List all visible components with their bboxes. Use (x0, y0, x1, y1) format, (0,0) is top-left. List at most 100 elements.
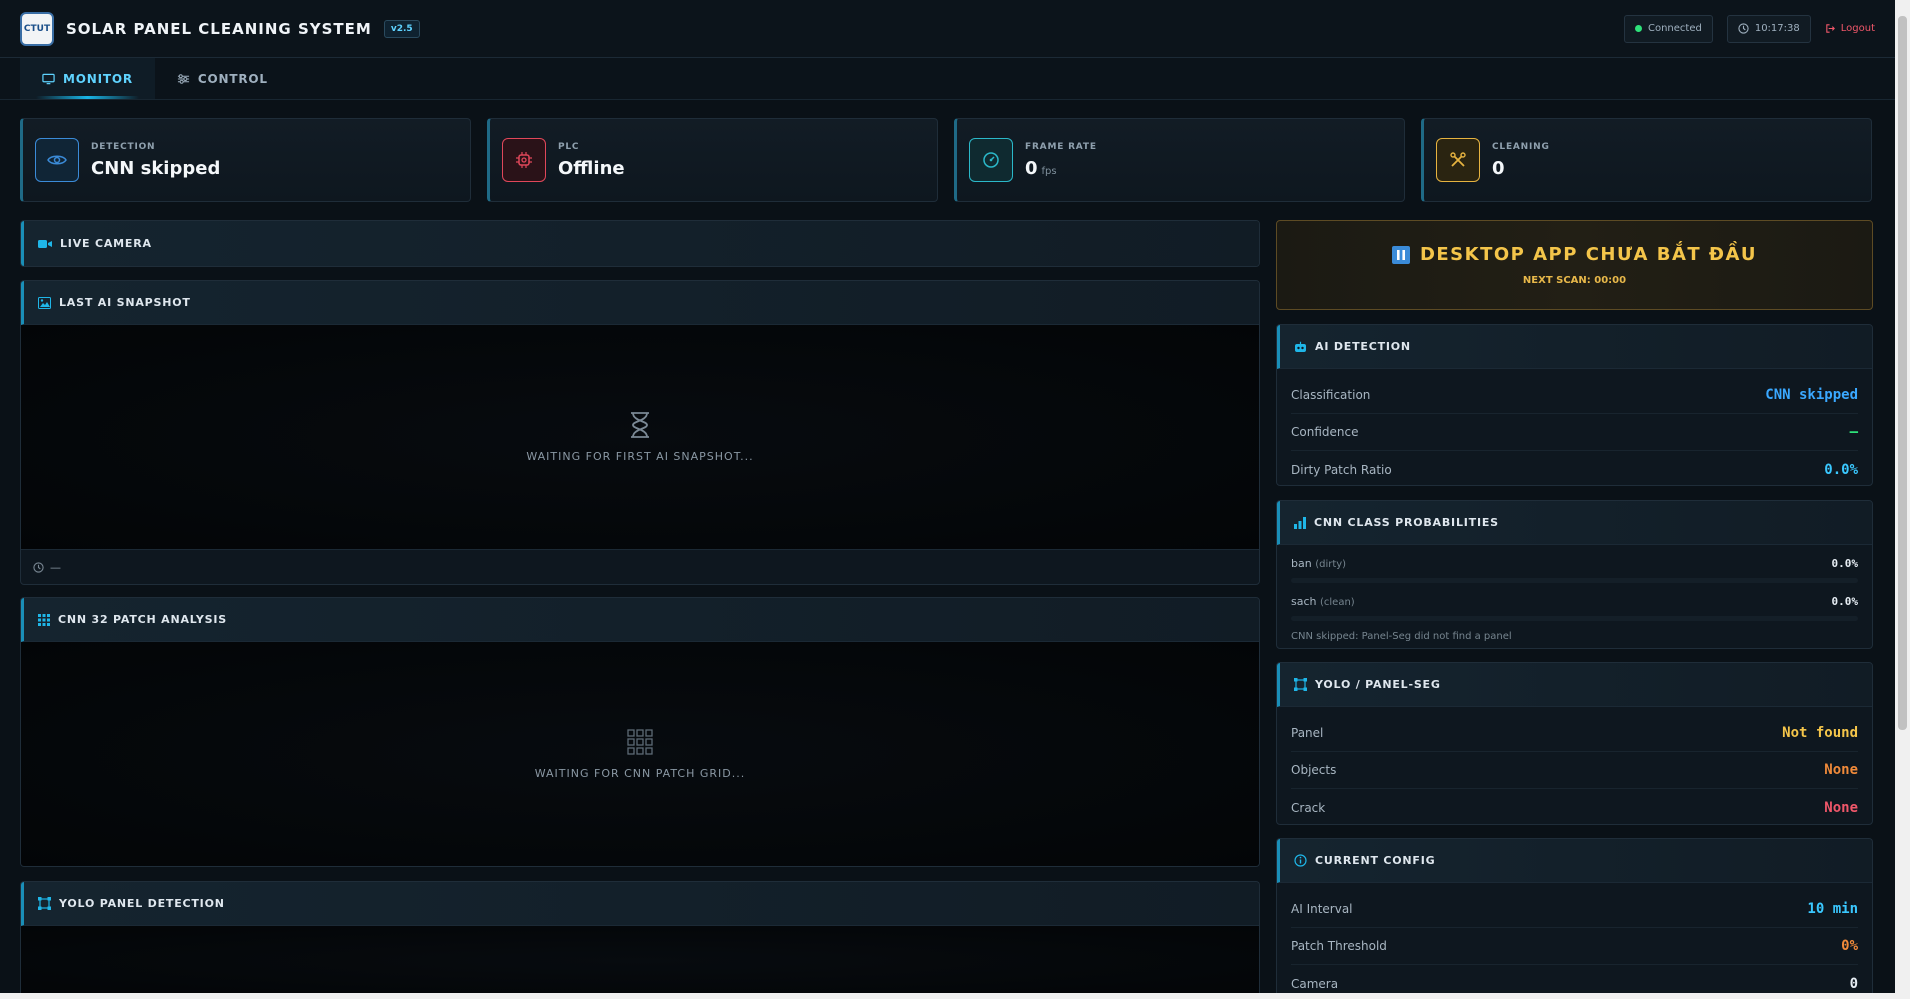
row-label: Panel (1291, 726, 1324, 740)
clock-time: 10:17:38 (1754, 23, 1800, 34)
panel-title: AI DETECTION (1315, 340, 1411, 353)
clock-icon (33, 561, 44, 573)
frame-rate-unit: fps (1041, 165, 1057, 177)
dirty-ratio-value: 0.0% (1824, 461, 1858, 478)
cnn-note: CNN skipped: Panel-Seg did not find a pa… (1291, 631, 1512, 642)
tab-label: CONTROL (197, 71, 268, 86)
patch-analysis-panel: CNN 32 PATCH ANALYSIS WAITING FOR CNN PA… (20, 597, 1260, 867)
connection-status: Connected (1623, 14, 1713, 43)
snapshot-panel: LAST AI SNAPSHOT WAITING FOR FIRST AI SN… (20, 280, 1260, 585)
panel-title: YOLO PANEL DETECTION (59, 897, 225, 910)
clock-display: 10:17:38 (1726, 14, 1811, 43)
bar-chart-icon (1294, 516, 1306, 529)
ai-interval-row: AI Interval 10 min (1291, 891, 1858, 928)
dirty-ratio-row: Dirty Patch Ratio 0.0% (1291, 451, 1858, 485)
grid-placeholder-icon (627, 728, 653, 755)
stat-label: PLC (558, 141, 580, 152)
live-camera-panel: LIVE CAMERA (20, 220, 1260, 267)
status-title: DESKTOP APP CHƯA BẮT ĐẦU (1419, 244, 1758, 265)
app-logo: CTUT (20, 11, 54, 46)
camera-icon (38, 239, 52, 248)
snapshot-waiting-text: WAITING FOR FIRST AI SNAPSHOT... (526, 449, 754, 463)
ai-detection-panel: AI DETECTION Classification CNN skipped C… (1276, 324, 1873, 486)
crack-row: Crack None (1291, 789, 1858, 824)
patch-threshold-value: 0% (1841, 938, 1858, 954)
panel-row: Panel Not found (1291, 715, 1858, 752)
stat-card-cleaning: CLEANING 0 (1421, 118, 1872, 202)
vertical-scrollbar[interactable] (1895, 0, 1910, 999)
panel-title: CNN 32 PATCH ANALYSIS (58, 613, 228, 626)
app-title: SOLAR PANEL CLEANING SYSTEM (66, 19, 372, 38)
tab-label: MONITOR (63, 71, 133, 86)
row-label: Classification (1291, 388, 1371, 402)
scrollbar-thumb[interactable] (1898, 16, 1907, 730)
classification-row: Classification CNN skipped (1291, 377, 1858, 414)
row-label: AI Interval (1291, 902, 1353, 916)
camera-value: 0 (1849, 975, 1858, 992)
camera-row: Camera 0 (1291, 965, 1858, 993)
row-label: Patch Threshold (1291, 939, 1387, 953)
prob-value: 0.0% (1831, 557, 1859, 570)
yolo-detection-panel: YOLO PANEL DETECTION (20, 881, 1260, 993)
bounding-box-icon (38, 897, 51, 910)
classification-value: CNN skipped (1765, 387, 1858, 403)
frame-rate-value: 0 (1025, 157, 1038, 179)
status-dot-icon (1634, 25, 1642, 32)
panel-title: YOLO / PANEL-SEG (1315, 678, 1441, 691)
patch-viewport: WAITING FOR CNN PATCH GRID... (21, 642, 1259, 866)
panel-title: LIVE CAMERA (60, 237, 152, 250)
chip-icon (502, 138, 546, 182)
eye-icon (35, 138, 79, 182)
yolo-viewport (21, 926, 1259, 993)
logout-button[interactable]: Logout (1825, 23, 1875, 34)
logout-icon (1826, 24, 1835, 33)
tab-monitor[interactable]: MONITOR (20, 58, 155, 99)
cnn-probabilities-panel: CNN CLASS PROBABILITIES ban (dirty) 0.0% … (1276, 500, 1873, 649)
stat-card-frame-rate: FRAME RATE 0 fps (954, 118, 1405, 202)
stat-value: 0 fps (1025, 158, 1097, 179)
stat-card-plc: PLC Offline (487, 118, 938, 202)
info-icon (1294, 854, 1307, 867)
prob-value: 0.0% (1831, 595, 1859, 608)
monitor-icon (42, 73, 55, 84)
pause-icon (1391, 245, 1410, 264)
stat-card-detection: DETECTION CNN skipped (20, 118, 471, 202)
stat-label: DETECTION (91, 141, 156, 152)
prob-bar (1291, 616, 1858, 621)
row-label: Crack (1291, 800, 1326, 815)
row-label: Objects (1291, 763, 1337, 777)
prob-note: (dirty) (1315, 559, 1347, 570)
main-tabs: MONITOR CONTROL (0, 58, 1895, 100)
connection-label: Connected (1647, 23, 1702, 34)
stat-value: CNN skipped (91, 157, 221, 179)
grid-icon (38, 613, 50, 626)
robot-icon (1295, 341, 1306, 352)
version-badge: v2.5 (383, 19, 420, 38)
tools-icon (1436, 138, 1480, 182)
next-scan-text: NEXT SCAN: 00:00 (1522, 275, 1627, 286)
prob-name: ban (1291, 557, 1312, 570)
confidence-value: — (1849, 424, 1858, 440)
ai-interval-value: 10 min (1807, 901, 1858, 917)
panel-title: CURRENT CONFIG (1315, 854, 1436, 867)
row-label: Confidence (1291, 425, 1359, 439)
logout-label: Logout (1840, 23, 1875, 34)
objects-row: Objects None (1291, 752, 1858, 789)
stat-value: 0 (1492, 157, 1505, 179)
hourglass-icon (631, 411, 649, 438)
image-icon (38, 296, 51, 309)
patch-threshold-row: Patch Threshold 0% (1291, 928, 1858, 965)
row-label: Camera (1291, 976, 1339, 991)
stat-value: Offline (558, 157, 625, 179)
snapshot-timestamp: — (50, 560, 61, 574)
tab-control[interactable]: CONTROL (155, 58, 290, 99)
sliders-icon (177, 73, 189, 84)
row-label: Dirty Patch Ratio (1291, 462, 1392, 477)
objects-value: None (1824, 762, 1858, 778)
stat-label: CLEANING (1492, 141, 1550, 152)
horizontal-scrollbar (0, 993, 1895, 999)
patch-waiting-text: WAITING FOR CNN PATCH GRID... (534, 766, 746, 780)
confidence-row: Confidence — (1291, 414, 1858, 451)
snapshot-footer: — (21, 549, 1259, 584)
panel-title: CNN CLASS PROBABILITIES (1314, 516, 1499, 529)
